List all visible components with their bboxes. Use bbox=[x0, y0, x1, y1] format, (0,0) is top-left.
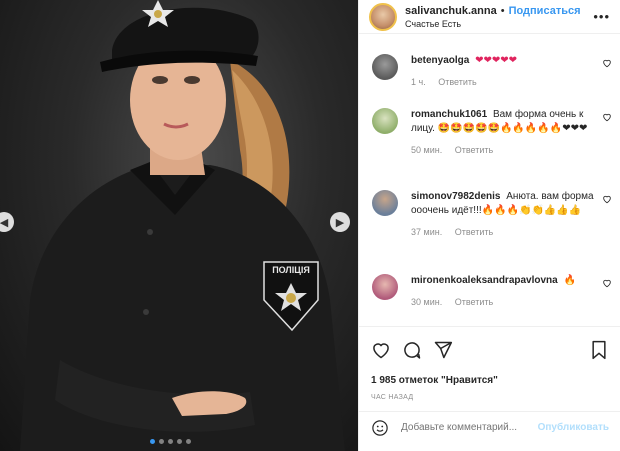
carousel-dot bbox=[186, 439, 191, 444]
comment-bubble-icon[interactable] bbox=[402, 340, 422, 360]
post-photo[interactable]: ПОЛІЦІЯ ◀ ▶ bbox=[0, 0, 358, 451]
comment-item: simonov7982denis Анюта. вам форма ооочен… bbox=[372, 190, 612, 237]
commenter-avatar[interactable] bbox=[372, 274, 398, 300]
post-side-panel: salivanchuk.anna • Подписаться Счастье Е… bbox=[358, 0, 620, 451]
separator-dot: • bbox=[500, 4, 505, 17]
likes-count[interactable]: 1 985 отметок "Нравится" bbox=[371, 375, 498, 386]
commenter-username[interactable]: betenyaolga bbox=[411, 55, 469, 66]
author-username[interactable]: salivanchuk.anna bbox=[405, 5, 497, 17]
patch-text: ПОЛІЦІЯ bbox=[272, 265, 310, 275]
carousel-indicator bbox=[150, 439, 191, 444]
carousel-dot bbox=[159, 439, 164, 444]
comment-time[interactable]: 50 мин. bbox=[411, 145, 442, 155]
reply-button[interactable]: Ответить bbox=[455, 145, 493, 155]
like-comment-heart-icon[interactable] bbox=[602, 58, 612, 68]
like-comment-heart-icon[interactable] bbox=[602, 194, 612, 204]
comment-meta: 30 мин. Ответить bbox=[411, 297, 612, 307]
commenter-avatar[interactable] bbox=[372, 108, 398, 134]
like-heart-icon[interactable] bbox=[371, 340, 391, 360]
like-comment-heart-icon[interactable] bbox=[602, 278, 612, 288]
author-subtitle: Счастье Есть bbox=[405, 18, 462, 29]
reply-button[interactable]: Ответить bbox=[438, 77, 476, 87]
publish-button[interactable]: Опубликовать bbox=[538, 422, 609, 433]
comment-content: ❤❤❤❤❤ bbox=[475, 55, 518, 66]
bookmark-icon[interactable] bbox=[589, 340, 609, 360]
comment-content: 🔥 bbox=[563, 275, 576, 286]
comments-list[interactable]: betenyaolga ❤❤❤❤❤ 1 ч. Ответить romanchu… bbox=[359, 34, 620, 326]
author-avatar[interactable] bbox=[369, 2, 397, 31]
carousel-dot bbox=[177, 439, 182, 444]
commenter-username[interactable]: romanchuk1061 bbox=[411, 109, 487, 120]
post-time-ago: ЧАС НАЗАД bbox=[371, 394, 414, 401]
next-slide-button[interactable]: ▶ bbox=[330, 212, 350, 232]
comment-text: betenyaolga ❤❤❤❤❤ bbox=[411, 54, 597, 68]
more-horizontal-icon[interactable]: ••• bbox=[593, 9, 610, 24]
share-paper-plane-icon[interactable] bbox=[433, 340, 453, 360]
comment-time[interactable]: 30 мин. bbox=[411, 297, 442, 307]
action-buttons bbox=[371, 340, 453, 360]
commenter-username[interactable]: mironenkoaleksandrapavlovna bbox=[411, 275, 558, 286]
add-comment-bar: Опубликовать bbox=[359, 411, 620, 443]
comment-item: mironenkoaleksandrapavlovna 🔥 30 мин. От… bbox=[372, 274, 612, 307]
like-comment-heart-icon[interactable] bbox=[602, 112, 612, 122]
chevron-right-icon: ▶ bbox=[335, 215, 345, 229]
post-header: salivanchuk.anna • Подписаться Счастье Е… bbox=[359, 0, 620, 34]
reply-button[interactable]: Ответить bbox=[455, 227, 493, 237]
comment-meta: 37 мин. Ответить bbox=[411, 227, 612, 237]
comment-meta: 50 мин. Ответить bbox=[411, 145, 612, 155]
comment-text: romanchuk1061 Вам форма очень к лицу. 🤩🤩… bbox=[411, 108, 597, 136]
commenter-avatar[interactable] bbox=[372, 54, 398, 80]
add-comment-input[interactable] bbox=[401, 422, 538, 433]
comment-text: simonov7982denis Анюта. вам форма ооочен… bbox=[411, 190, 597, 218]
comment-time[interactable]: 37 мин. bbox=[411, 227, 442, 237]
emoji-smiley-icon[interactable] bbox=[371, 419, 389, 437]
comment-item: romanchuk1061 Вам форма очень к лицу. 🤩🤩… bbox=[372, 108, 612, 155]
comment-text: mironenkoaleksandrapavlovna 🔥 bbox=[411, 274, 597, 288]
photo-illustration: ПОЛІЦІЯ bbox=[20, 0, 345, 451]
author-info: salivanchuk.anna • Подписаться Счастье Е… bbox=[405, 5, 581, 29]
comment-item: betenyaolga ❤❤❤❤❤ 1 ч. Ответить bbox=[372, 54, 612, 87]
post-actions: 1 985 отметок "Нравится" ЧАС НАЗАД Опубл… bbox=[359, 326, 620, 442]
comment-meta: 1 ч. Ответить bbox=[411, 77, 612, 87]
follow-button[interactable]: Подписаться bbox=[509, 5, 581, 17]
commenter-avatar[interactable] bbox=[372, 190, 398, 216]
chevron-left-icon: ◀ bbox=[0, 215, 9, 229]
reply-button[interactable]: Ответить bbox=[455, 297, 493, 307]
carousel-dot bbox=[150, 439, 155, 444]
commenter-username[interactable]: simonov7982denis bbox=[411, 191, 500, 202]
comment-time[interactable]: 1 ч. bbox=[411, 77, 426, 87]
carousel-dot bbox=[168, 439, 173, 444]
